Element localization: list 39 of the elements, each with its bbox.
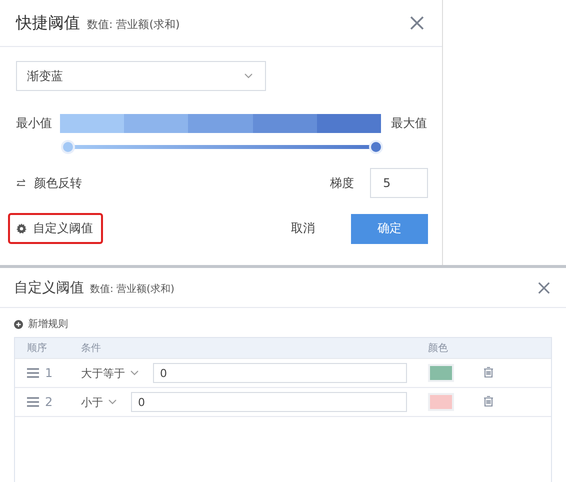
slider-thumb[interactable] [61, 140, 75, 154]
color-swatch[interactable] [428, 364, 454, 382]
close-icon[interactable] [410, 16, 424, 30]
add-rule-button[interactable]: 新增规则 [14, 317, 68, 331]
slider-thumb[interactable] [369, 140, 383, 154]
value-field[interactable]: 0 [153, 363, 407, 383]
scheme-select[interactable]: 渐变蓝 [16, 61, 266, 91]
cancel-button[interactable]: 取消 [281, 212, 325, 245]
drag-handle-icon[interactable] [27, 368, 39, 378]
caret-icon [244, 73, 253, 79]
caret-icon [108, 399, 117, 405]
rule-order: 1 [45, 366, 53, 380]
close-icon[interactable] [538, 282, 550, 294]
trash-icon[interactable] [483, 366, 494, 378]
max-label: 最大值 [391, 115, 427, 132]
custom-threshold-button[interactable]: 自定义阈值 [16, 220, 93, 237]
trash-icon[interactable] [483, 394, 494, 406]
column-header: 条件 [81, 342, 102, 355]
caret-icon [130, 370, 139, 376]
dialog-subtitle: 数值: 营业额(求和) [90, 282, 174, 296]
reverse-colors-button[interactable]: 颜色反转 [16, 174, 82, 192]
gear-icon [16, 223, 27, 234]
column-header: 顺序 [27, 342, 48, 355]
steps-field[interactable]: 5 [370, 168, 428, 198]
dialog-title: 快捷阈值 [16, 12, 80, 34]
color-swatch[interactable] [428, 393, 454, 411]
condition-select[interactable]: 大于等于 [81, 366, 153, 380]
swap-icon [16, 178, 26, 188]
value-field[interactable]: 0 [131, 392, 407, 412]
rule-order: 2 [45, 395, 53, 409]
min-label: 最小值 [16, 115, 52, 132]
condition-select[interactable]: 小于 [81, 394, 131, 410]
dialog-subtitle: 数值: 营业额(求和) [87, 17, 180, 32]
dialog-title: 自定义阈值 [14, 278, 84, 296]
steps-label: 梯度 [330, 174, 354, 192]
plus-circle-icon [14, 320, 23, 328]
range-slider[interactable] [61, 140, 383, 154]
drag-handle-icon[interactable] [27, 397, 39, 407]
column-header: 颜色 [428, 342, 449, 355]
